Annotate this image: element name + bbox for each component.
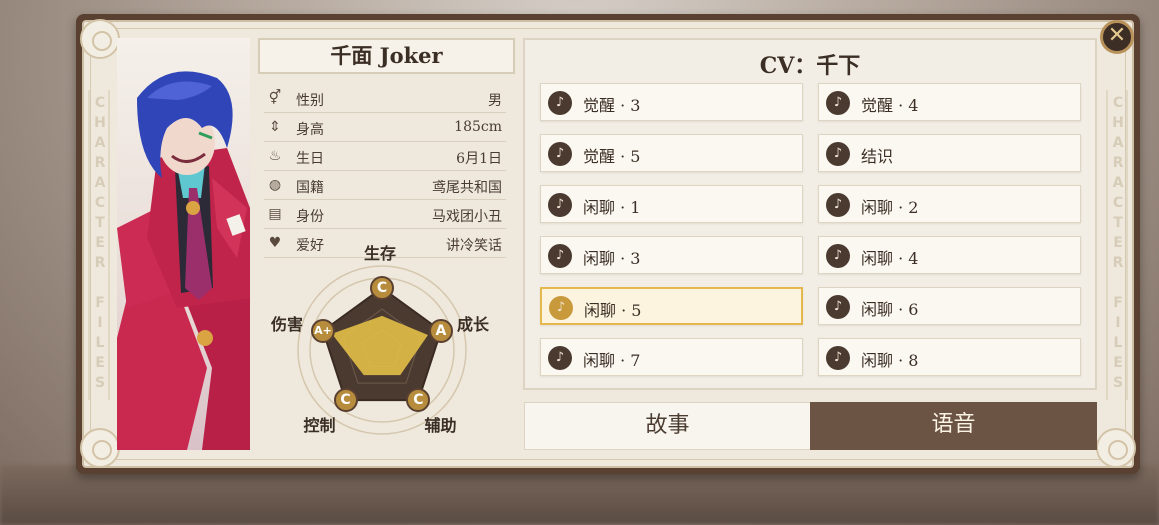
voice-line-button[interactable]: ♪ 闲聊 · 8 (818, 338, 1081, 376)
radar-axis-label: 控制 (303, 416, 336, 436)
radar-axis-label: 辅助 (424, 416, 457, 436)
gender-icon: ⚥ (268, 90, 282, 106)
voice-line-button[interactable]: ♪ 闲聊 · 2 (818, 185, 1081, 223)
voice-line-button[interactable]: ♪ 觉醒 · 5 (540, 134, 803, 172)
tab-voice[interactable]: 语音 (810, 402, 1097, 450)
tab-story[interactable]: 故事 (524, 402, 811, 450)
info-value: 185cm (454, 119, 502, 135)
side-label-left: CHARACTER FILES (88, 90, 110, 400)
info-value: 讲冷笑话 (446, 238, 502, 254)
microphone-icon: ♪ (548, 244, 572, 268)
info-label: 性别 (296, 93, 324, 109)
info-row: ⇕ 身高 185cm (264, 113, 506, 142)
microphone-icon: ♪ (548, 193, 572, 217)
microphone-icon: ♪ (826, 346, 850, 370)
voice-line-button[interactable]: ♪ 闲聊 · 3 (540, 236, 803, 274)
voice-line-button[interactable]: ♪ 觉醒 · 3 (540, 83, 803, 121)
grade-badge: C (370, 276, 394, 300)
info-label: 身份 (296, 209, 324, 225)
microphone-icon: ♪ (826, 91, 850, 115)
microphone-icon: ♪ (826, 142, 850, 166)
side-label-right: CHARACTER FILES (1106, 90, 1128, 400)
voice-line-button[interactable]: ♪ 闲聊 · 6 (818, 287, 1081, 325)
info-value: 6月1日 (456, 151, 502, 167)
close-button[interactable]: ✕ (1100, 20, 1134, 54)
corner-ornament (1096, 428, 1136, 468)
globe-icon: ◍ (268, 177, 282, 193)
voice-line-label: 觉醒 · 3 (583, 96, 641, 115)
voice-line-label: 觉醒 · 5 (583, 147, 641, 166)
info-label: 身高 (296, 122, 324, 138)
height-icon: ⇕ (269, 119, 281, 135)
character-name: 千面 Joker (258, 38, 515, 74)
voice-line-label: 闲聊 · 3 (583, 249, 641, 268)
grade-badge: A+ (311, 318, 336, 343)
id-card-icon: ▤ (268, 206, 282, 222)
radar-axis-label: 成长 (456, 314, 489, 334)
corner-ornament (80, 428, 120, 468)
info-value: 男 (488, 93, 502, 109)
voice-line-button[interactable]: ♪ 觉醒 · 4 (818, 83, 1081, 121)
voice-line-label: 闲聊 · 8 (861, 351, 919, 370)
grade-badge: A (428, 318, 453, 343)
radar-axis-label: 生存 (364, 244, 397, 263)
voice-line-label: 觉醒 · 4 (861, 96, 919, 115)
microphone-icon: ♪ (826, 295, 850, 319)
heart-icon: ♥ (268, 235, 282, 251)
info-label: 生日 (296, 151, 324, 167)
info-label: 国籍 (296, 180, 324, 196)
voice-line-button[interactable]: ♪ 闲聊 · 1 (540, 185, 803, 223)
microphone-icon: ♪ (826, 244, 850, 268)
voice-line-label: 结识 (861, 147, 894, 166)
microphone-icon: ♪ (548, 91, 572, 115)
voice-line-label: 闲聊 · 1 (583, 198, 641, 217)
voice-line-label: 闲聊 · 2 (861, 198, 919, 217)
voice-line-label: 闲聊 · 7 (583, 351, 641, 370)
microphone-icon: ♪ (826, 193, 850, 217)
info-value: 鸢尾共和国 (432, 180, 502, 196)
microphone-icon: ♪ (548, 142, 572, 166)
voice-line-label: 闲聊 · 5 (584, 301, 642, 320)
voice-line-button[interactable]: ♪ 闲聊 · 4 (818, 236, 1081, 274)
info-row: ◍ 国籍 鸢尾共和国 (264, 171, 506, 200)
info-value: 马戏团小丑 (432, 209, 502, 225)
background-bottom (0, 465, 1159, 525)
close-icon: ✕ (1107, 23, 1127, 48)
cv-title: CV：千下 (759, 53, 861, 79)
voice-line-label: 闲聊 · 6 (861, 300, 919, 319)
character-portrait (117, 38, 250, 450)
voice-line-button[interactable]: ♪ 闲聊 · 5 (540, 287, 803, 325)
info-row: ▤ 身份 马戏团小丑 (264, 200, 506, 229)
info-row: ⚥ 性别 男 (264, 84, 506, 113)
voice-line-label: 闲聊 · 4 (861, 249, 919, 268)
voice-line-button[interactable]: ♪ 闲聊 · 7 (540, 338, 803, 376)
microphone-icon: ♪ (548, 346, 572, 370)
info-row: ♨ 生日 6月1日 (264, 142, 506, 171)
radar-axis-label: 伤害 (271, 314, 304, 334)
corner-ornament (80, 19, 120, 59)
joker-illustration (117, 71, 250, 450)
cake-icon: ♨ (268, 148, 282, 164)
attribute-radar: C 生存 A 成长 C 辅助 C 控制 A+ 伤害 (258, 244, 515, 455)
microphone-icon: ♪ (549, 296, 573, 320)
grade-badge: C (333, 388, 358, 413)
info-label: 爱好 (296, 238, 324, 254)
voice-line-button[interactable]: ♪ 结识 (818, 134, 1081, 172)
